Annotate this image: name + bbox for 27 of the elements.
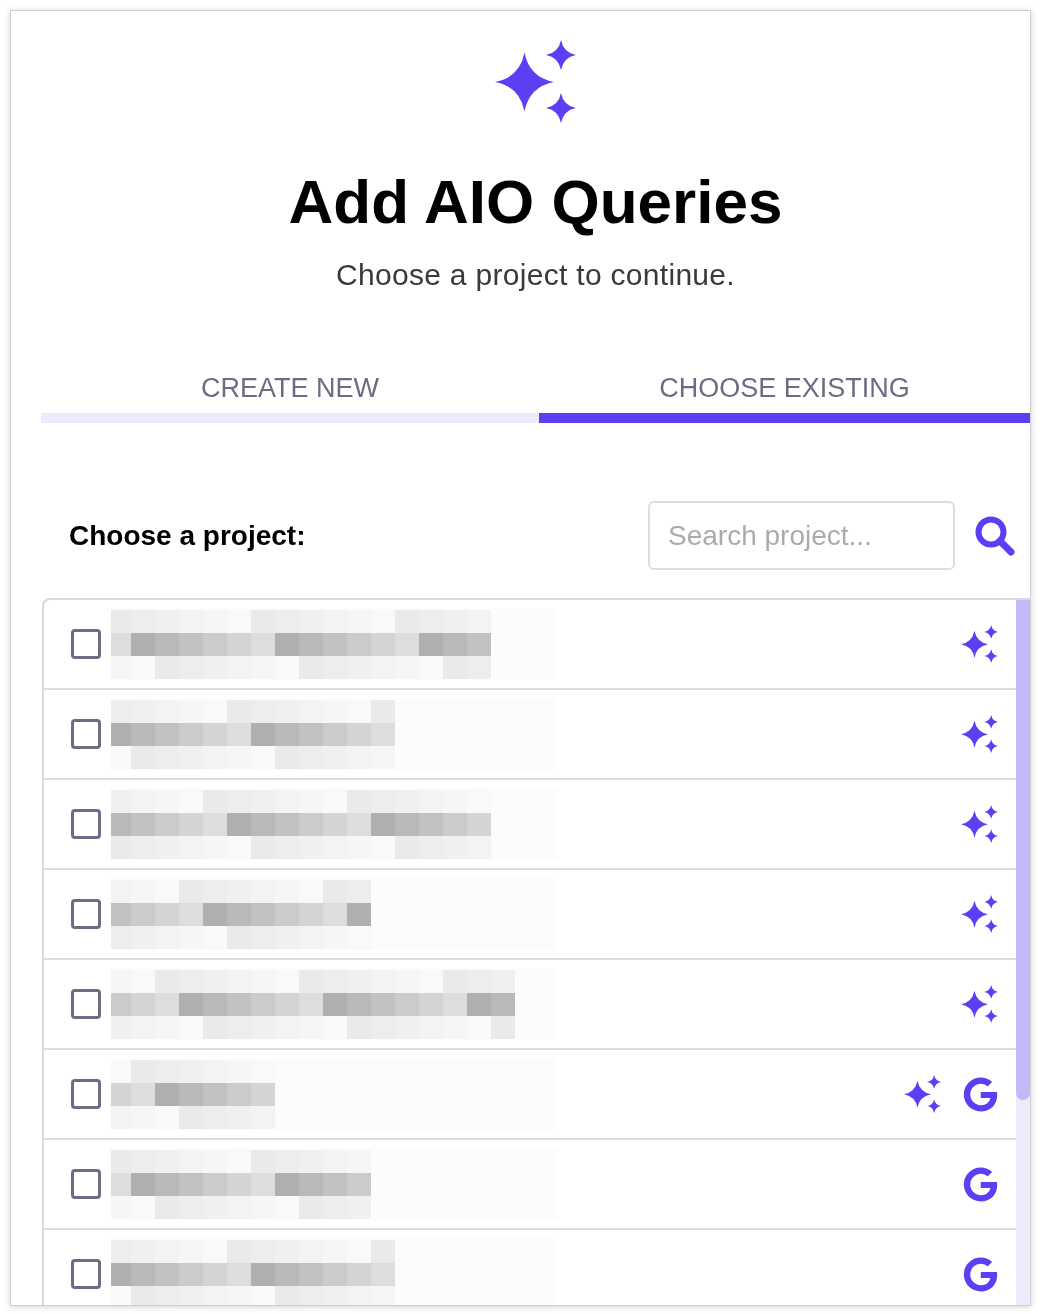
tab[interactable]: CREATE NEW <box>41 361 539 423</box>
sparkles-icon <box>904 1075 941 1113</box>
scrollbar-thumb[interactable] <box>1016 600 1030 1100</box>
checkbox[interactable] <box>71 899 101 929</box>
google-g-icon <box>963 1166 998 1202</box>
sparkles-icon <box>961 805 998 843</box>
choose-project-label: Choose a project: <box>69 518 306 553</box>
search-button[interactable] <box>974 515 1015 556</box>
checkbox[interactable] <box>71 719 101 749</box>
checkbox[interactable] <box>71 989 101 1019</box>
checkbox[interactable] <box>71 809 101 839</box>
sparkles-icon <box>961 625 998 663</box>
sparkles-icon <box>961 895 998 933</box>
checkbox[interactable] <box>71 1259 101 1289</box>
google-g-icon <box>963 1076 998 1112</box>
tab[interactable]: CHOOSE EXISTING <box>539 361 1030 423</box>
google-g-icon <box>963 1256 998 1292</box>
dialog-title: Add AIO Queries <box>288 166 783 238</box>
checkbox[interactable] <box>71 1079 101 1109</box>
sparkles-icon <box>961 715 998 753</box>
checkbox[interactable] <box>71 1169 101 1199</box>
dialog-subtitle: Choose a project to continue. <box>336 257 735 293</box>
checkbox[interactable] <box>71 629 101 659</box>
sparkles-icon <box>961 985 998 1023</box>
search-icon <box>974 515 1015 556</box>
search-field[interactable]: Search project... <box>648 501 955 570</box>
sparkles-icon <box>495 40 576 123</box>
